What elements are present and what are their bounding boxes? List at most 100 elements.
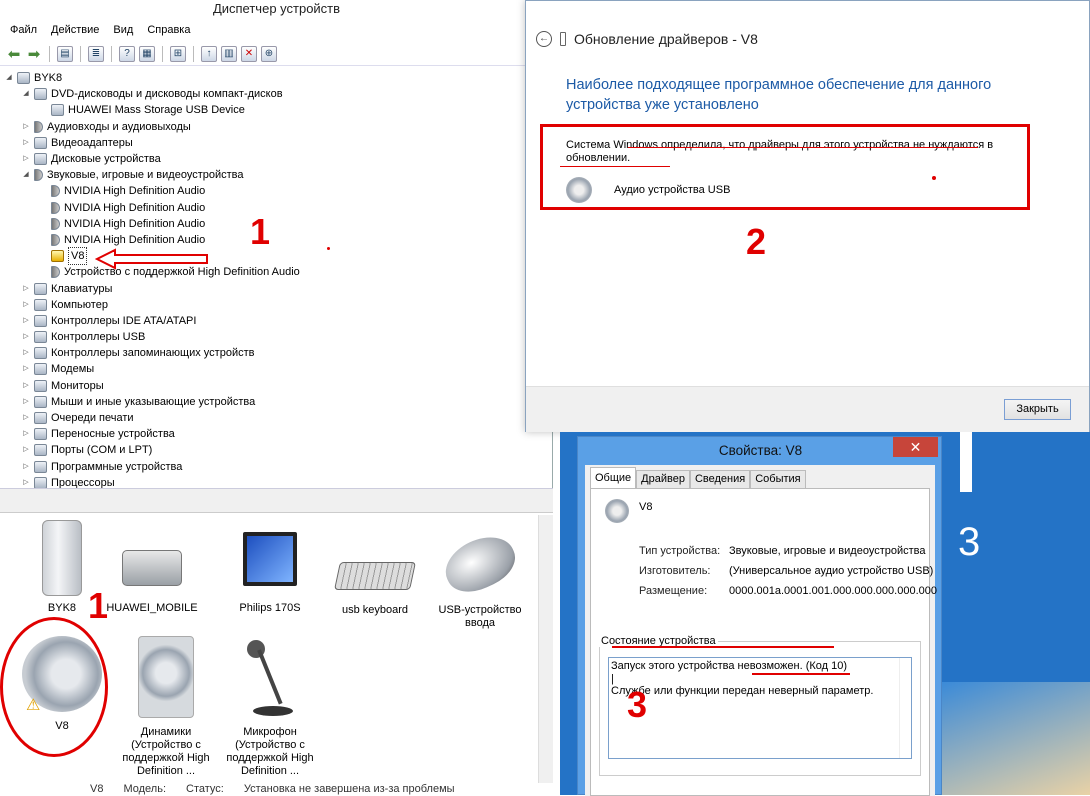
annotation-number: 3 [627,684,648,725]
menu-help[interactable]: Справка [147,24,190,36]
tree-node[interactable]: NVIDIA High Definition Audio [4,183,544,199]
device-huawei-mobile[interactable]: HUAWEI_MOBILE [100,550,204,615]
expand-arrow-icon[interactable]: ▷ [21,410,31,426]
expand-arrow-icon[interactable]: ▷ [21,459,31,475]
properties-icon[interactable]: ≣ [88,45,104,62]
back-arrow-icon[interactable]: ⬅ [6,46,22,63]
dialog-close-area[interactable] [1053,1,1089,19]
tree-node[interactable]: V8 [4,247,544,266]
tree-node[interactable]: NVIDIA High Definition Audio [4,216,544,232]
disable-device-icon[interactable]: ▥ [221,45,237,62]
close-icon[interactable]: ✕ [893,437,938,457]
close-button[interactable]: Закрыть [1004,399,1071,420]
expand-arrow-icon[interactable]: ▷ [21,378,31,394]
tree-node[interactable]: NVIDIA High Definition Audio [4,200,544,216]
expand-arrow-icon[interactable]: ▷ [21,475,31,488]
info-row: Изготовитель: (Универсальное аудио устрой… [639,561,937,581]
tree-node[interactable]: ▷ Дисковые устройства [4,151,544,167]
tree-node-label: Видеоадаптеры [51,136,133,149]
expand-arrow-icon[interactable]: ▷ [21,442,31,458]
tree-node[interactable]: ▷ Контроллеры IDE ATA/ATAPI [4,313,544,329]
menu-action[interactable]: Действие [51,24,99,36]
device-philips-170s[interactable]: Philips 170S [218,532,322,615]
device-usb-keyboard[interactable]: usb keyboard [323,562,427,617]
expand-arrow-icon[interactable]: ▷ [21,313,31,329]
tree-node[interactable]: ▷ Контроллеры запоминающих устройств [4,345,544,361]
expand-arrow-icon[interactable]: ▷ [21,426,31,442]
tree-node[interactable]: ▷ Процессоры [4,475,544,488]
dialog-title: Обновление драйверов - V8 [574,31,758,47]
tree-node[interactable]: ▷ Переносные устройства [4,426,544,442]
tree-node-label: HUAWEI Mass Storage USB Device [68,104,245,117]
tree-node[interactable]: ▷ Клавиатуры [4,280,544,296]
tree-node[interactable]: ▷ Компьютер [4,297,544,313]
tree-node[interactable]: ◢ DVD-дисководы и дисководы компакт-диско… [4,86,544,102]
expand-arrow-icon[interactable]: ▷ [21,281,31,297]
expand-arrow-icon[interactable]: ▷ [21,345,31,361]
tab-driver[interactable]: Драйвер [636,470,690,488]
row-value: (Универсальное аудио устройство USB) [729,565,934,577]
enable-device-icon[interactable]: ⊕ [261,45,277,62]
tree-node[interactable]: ◢ BYK8 [4,70,544,86]
expand-arrow-icon[interactable]: ▷ [21,119,31,135]
menu-view[interactable]: Вид [113,24,133,36]
update-driver-icon[interactable]: ↑ [201,45,217,62]
tree-node[interactable]: ▷ Программные устройства [4,459,544,475]
status-model-label: Модель: [123,783,167,795]
expand-arrow-icon[interactable]: ▷ [21,135,31,151]
toolbar: ⬅ ➡ ▤ ≣ ? ▦ ⊞ ↑ ▥ ✕ ⊕ [0,42,553,66]
uninstall-device-icon[interactable]: ✕ [241,45,257,62]
tree-node[interactable]: ▷ Модемы [4,361,544,377]
tree-node-label: Звуковые, игровые и видеоустройства [47,169,244,182]
back-icon[interactable]: ← [536,31,552,47]
device-microphone[interactable]: Микрофон (Устройство с поддержкой High D… [218,636,322,778]
expand-arrow-icon[interactable]: ▷ [21,361,31,377]
device-label: USB-устройство ввода [438,604,522,629]
vertical-scrollbar[interactable] [538,515,553,783]
window-title: Диспетчер устройств [0,0,553,20]
tree-view-icon[interactable]: ▤ [57,45,73,62]
tab-details[interactable]: Сведения [689,470,751,488]
device-tree: ◢ BYK8 ◢ DVD-дисководы и дисководы компакт-… [4,70,544,488]
tree-node[interactable]: ▷ Контроллеры USB [4,329,544,345]
tree-node[interactable]: ▷ Аудиовходы и аудиовыходы [4,119,544,135]
tree-node[interactable]: ◢ Звуковые, игровые и видеоустройства [4,167,544,183]
details-view-icon[interactable]: ▦ [139,45,155,62]
expand-arrow-icon[interactable]: ▷ [21,394,31,410]
annotation-underline [560,166,670,167]
tree-node[interactable]: ▷ Мониторы [4,378,544,394]
tree-node[interactable]: Устройство с поддержкой High Definition … [4,264,544,280]
annotation-box [540,124,1030,210]
warning-speaker-icon [51,250,64,263]
collapse-arrow-icon[interactable]: ◢ [4,70,14,86]
textbox-scrollbar[interactable] [899,658,911,758]
collapse-arrow-icon[interactable]: ◢ [21,167,31,183]
tab-general[interactable]: Общие [590,467,637,488]
tree-node-label: Компьютер [51,298,108,311]
menu-file[interactable]: Файл [10,24,37,36]
tab-events[interactable]: События [750,470,806,488]
expand-arrow-icon[interactable]: ▷ [21,297,31,313]
tree-node[interactable]: ▷ Порты (COM и LPT) [4,442,544,458]
device-usb-input[interactable]: USB-устройство ввода [428,527,532,630]
forward-arrow-icon[interactable]: ➡ [26,46,42,63]
tree-node[interactable]: ▷ Мыши и иные указывающие устройства [4,394,544,410]
expand-arrow-icon[interactable]: ▷ [21,151,31,167]
tree-node[interactable]: NVIDIA High Definition Audio [4,232,544,248]
tree-node[interactable]: HUAWEI Mass Storage USB Device [4,102,544,118]
toolbar-separator [162,45,163,62]
expand-arrow-icon[interactable]: ▷ [21,329,31,345]
device-speakers[interactable]: Динамики (Устройство с поддержкой High D… [114,636,218,778]
driver-update-dialog: ← Обновление драйверов - V8 Наиболее под… [525,0,1090,432]
tree-node-label: Мыши и иные указывающие устройства [51,395,256,408]
tree-node-label: NVIDIA High Definition Audio [64,233,206,246]
annotation-number: 1 [88,585,109,626]
drive-icon [122,550,182,586]
collapse-arrow-icon[interactable]: ◢ [21,86,31,102]
status-device: V8 [90,783,104,795]
scan-hardware-icon[interactable]: ⊞ [170,45,186,62]
annotation-dot [932,176,936,180]
tree-node[interactable]: ▷ Очереди печати [4,410,544,426]
tree-node[interactable]: ▷ Видеоадаптеры [4,135,544,151]
help-icon[interactable]: ? [119,45,135,62]
